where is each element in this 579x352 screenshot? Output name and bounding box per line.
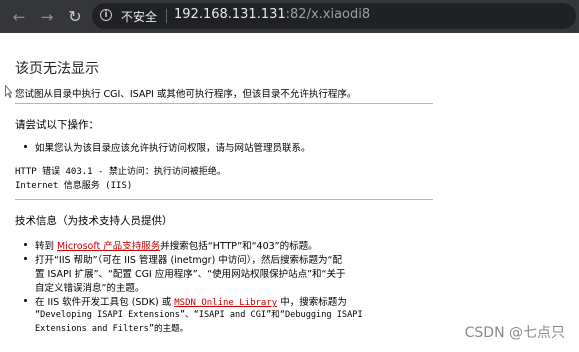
divider <box>15 103 433 104</box>
back-arrow-icon[interactable]: ← <box>8 6 30 28</box>
tech-heading: 技术信息（为技术支持人员提供） <box>15 215 173 227</box>
browser-toolbar: ← → ↻ i 不安全 192.168.131.131:82/x.xiaodi8 <box>0 0 579 33</box>
tech-item-sdk-cont: “Developing ISAPI Extensions”、“ISAPI and… <box>35 310 363 320</box>
url-text[interactable]: 192.168.131.131:82/x.xiaodi8 <box>174 7 370 22</box>
url-path: :82/x.xiaodi8 <box>285 7 371 22</box>
tech-item-text: 在 IIS 软件开发工具包 (SDK) 或 <box>35 297 175 308</box>
microsoft-support-link[interactable]: Microsoft 产品支持服务 <box>57 241 160 252</box>
forward-arrow-icon[interactable]: → <box>36 6 58 28</box>
tech-item-sdk-cont: Extensions and Filters”的主题。 <box>35 324 189 334</box>
page-title: 该页无法显示 <box>15 61 99 77</box>
csdn-watermark: CSDN @七点只 <box>464 325 565 341</box>
tech-item-text: 中，搜索标题为 <box>277 297 347 308</box>
try-item: 如果您认为该目录应该允许执行访问权限，请与网站管理员联系。 <box>24 140 311 154</box>
mouse-cursor-icon <box>5 85 12 98</box>
address-bar[interactable]: i 不安全 192.168.131.131:82/x.xiaodi8 <box>92 3 576 29</box>
tech-item-iis-help-cont: 置 ISAPI 扩展”、“配置 CGI 应用程序”、“使用网站权限保护站点”和“… <box>35 269 346 280</box>
tech-item-iis-help-cont: 自定义错误消息”的主题。 <box>35 283 145 294</box>
tech-item-support: 转到 Microsoft 产品支持服务并搜索包括“HTTP”和“403”的标题。 <box>24 238 318 252</box>
tech-item-iis-help: 打开“IIS 帮助”（可在 IIS 管理器 (inetmgr) 中访问），然后搜… <box>24 252 342 266</box>
error-page: 该页无法显示 您试图从目录中执行 CGI、ISAPI 或其他可执行程序，但该目录… <box>0 33 579 352</box>
address-separator <box>166 9 167 23</box>
server-info-line: Internet 信息服务 (IIS) <box>15 181 133 191</box>
divider <box>15 199 433 200</box>
info-icon[interactable]: i <box>100 9 112 21</box>
tech-item-text: 并搜索包括“HTTP”和“403”的标题。 <box>160 241 318 252</box>
error-code-line: HTTP 错误 403.1 - 禁止访问：执行访问被拒绝。 <box>15 167 226 177</box>
msdn-library-link[interactable]: MSDN Online Library <box>174 298 277 308</box>
try-heading: 请尝试以下操作： <box>15 119 99 131</box>
url-host: 192.168.131.131 <box>174 7 286 22</box>
tech-item-sdk: 在 IIS 软件开发工具包 (SDK) 或 MSDN Online Librar… <box>24 294 347 308</box>
reload-icon[interactable]: ↻ <box>64 6 86 28</box>
security-label[interactable]: 不安全 <box>121 8 157 25</box>
intro-text: 您试图从目录中执行 CGI、ISAPI 或其他可执行程序，但该目录不允许执行程序… <box>15 89 357 100</box>
tech-item-text: 转到 <box>35 241 58 252</box>
